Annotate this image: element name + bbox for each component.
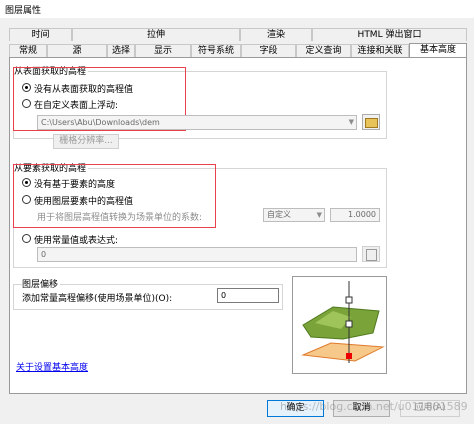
tab-symbology[interactable]: 符号系统 xyxy=(191,44,241,57)
tab-label: 常规 xyxy=(18,46,37,56)
base-height-illustration xyxy=(292,276,387,374)
tab-joins-relates[interactable]: 连接和关联 xyxy=(351,44,409,57)
tab-label: 连接和关联 xyxy=(357,46,403,56)
unit-select[interactable]: 自定义 ▼ xyxy=(263,208,325,222)
tab-label: 时间 xyxy=(31,30,50,40)
layer-offset-label: 添加常量高程偏移(使用场景单位)(O): xyxy=(22,294,173,304)
raster-resolution-label: 栅格分辨率... xyxy=(59,136,113,146)
tab-selection[interactable]: 选择 xyxy=(107,44,135,57)
radio-float-surface-label: 在自定义表面上浮动: xyxy=(34,101,119,111)
radio-use-feature-elevation-label: 使用图层要素中的高程值 xyxy=(34,197,134,207)
radio-constant-expression[interactable] xyxy=(22,234,31,243)
radio-no-surface-label: 没有从表面获取的高程值 xyxy=(34,85,134,95)
radio-float-surface[interactable] xyxy=(22,99,31,108)
tab-fields[interactable]: 字段 xyxy=(241,44,296,57)
conversion-factor-input[interactable]: 1.0000 xyxy=(330,208,380,222)
tab-label: 定义查询 xyxy=(305,46,342,56)
radio-constant-expression-label: 使用常量值或表达式: xyxy=(34,236,119,246)
conversion-factor-label: 用于将图层高程值转换为场景单位的系数: xyxy=(37,213,203,223)
radio-no-feature-height[interactable] xyxy=(22,178,31,187)
tab-label: 字段 xyxy=(259,46,278,56)
radio-no-feature-height-label: 没有基于要素的高度 xyxy=(34,180,116,190)
raster-resolution-button[interactable]: 栅格分辨率... xyxy=(53,134,119,149)
tab-label: 符号系统 xyxy=(197,46,234,56)
tab-extrusion[interactable]: 拉伸 xyxy=(72,28,240,41)
tab-time[interactable]: 时间 xyxy=(9,28,72,41)
unit-select-value: 自定义 xyxy=(267,210,291,219)
help-link[interactable]: 关于设置基本高度 xyxy=(16,360,88,373)
radio-use-feature-elevation[interactable] xyxy=(22,195,31,204)
chevron-down-icon: ▼ xyxy=(316,211,322,219)
tab-label: 基本高度 xyxy=(419,45,456,55)
tab-html-popup[interactable]: HTML 弹出窗口 xyxy=(312,28,467,41)
surface-path-select[interactable]: C:\Users\Abu\Downloads\dem ▼ xyxy=(37,115,357,130)
layer-offset-value: 0 xyxy=(221,291,227,300)
calculator-icon xyxy=(365,249,377,261)
chevron-down-icon: ▼ xyxy=(348,118,354,126)
browse-button[interactable] xyxy=(362,114,380,130)
tab-display[interactable]: 显示 xyxy=(135,44,191,57)
tab-label: 选择 xyxy=(111,46,130,56)
tab-definition-query[interactable]: 定义查询 xyxy=(296,44,351,57)
conversion-factor-value: 1.0000 xyxy=(348,210,376,219)
tab-label: 源 xyxy=(72,46,82,56)
layer-offset-input[interactable]: 0 xyxy=(217,288,279,303)
tab-label: 拉伸 xyxy=(146,30,165,40)
tab-rendering[interactable]: 渲染 xyxy=(240,28,312,41)
tab-label: 渲染 xyxy=(266,30,285,40)
constant-expression-input[interactable]: 0 xyxy=(37,247,357,262)
expression-builder-button[interactable] xyxy=(362,246,380,262)
tab-source[interactable]: 源 xyxy=(47,44,107,57)
constant-expression-value: 0 xyxy=(41,250,47,259)
tab-general[interactable]: 常规 xyxy=(9,44,47,57)
surface-path-value: C:\Users\Abu\Downloads\dem xyxy=(41,118,160,127)
watermark: https://blog.csdn.net/u011881589 xyxy=(280,400,468,413)
title-bar: 图层属性 xyxy=(0,0,474,18)
terrain-diagram xyxy=(301,281,385,363)
radio-no-surface[interactable] xyxy=(22,83,31,92)
tab-base-heights[interactable]: 基本高度 xyxy=(409,43,467,57)
folder-icon xyxy=(364,118,378,128)
layer-offset-title: 图层偏移 xyxy=(22,277,61,290)
window-title: 图层属性 xyxy=(5,6,42,16)
tab-label: 显示 xyxy=(153,46,172,56)
tab-label: HTML 弹出窗口 xyxy=(357,30,422,40)
